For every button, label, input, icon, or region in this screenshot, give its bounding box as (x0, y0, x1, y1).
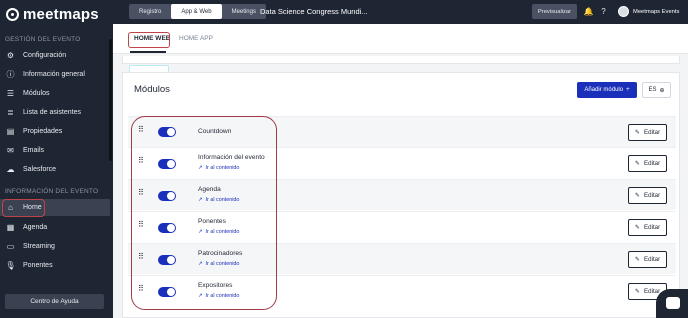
edit-icon: ✎ (634, 224, 640, 231)
meetmaps-logo-icon (6, 7, 19, 21)
cloud-icon: ☁ (6, 165, 15, 174)
edit-label: Editar (644, 192, 661, 199)
edit-label: Editar (644, 224, 661, 231)
calendar-icon: ▦ (6, 223, 15, 232)
edit-label: Editar (644, 160, 661, 167)
card-top-edge (122, 56, 680, 64)
chat-icon (666, 297, 680, 309)
avatar (618, 6, 629, 17)
user-menu[interactable]: Meetmaps Events (618, 6, 679, 17)
sidebar-item-streaming[interactable]: ▭ Streaming (0, 238, 110, 255)
sidebar-item-label: Streaming (23, 243, 55, 250)
edit-icon: ✎ (634, 192, 640, 199)
mail-icon: ✉ (7, 146, 14, 155)
home-web-highlight-annotation (128, 32, 170, 48)
sidebar: meetmaps GESTIÓN DEL EVENTO ⚙ Configurac… (0, 0, 113, 318)
edit-icon: ✎ (634, 129, 640, 136)
edit-icon: ✎ (634, 256, 640, 263)
globe-icon: ⊕ (659, 87, 665, 94)
home-highlight-annotation (2, 199, 45, 217)
cast-icon: ▭ (6, 242, 15, 251)
partial-input[interactable] (129, 65, 169, 72)
menu-icon: ☰ (6, 89, 15, 98)
tab-app-web[interactable]: App & Web (171, 4, 222, 19)
sidebar-scrollbar[interactable] (109, 39, 112, 161)
edit-icon: ✎ (634, 160, 640, 167)
sidebar-item-label: Propiedades (23, 128, 63, 135)
list-icon: ≣ (7, 108, 14, 117)
language-label: ES (648, 87, 657, 93)
brand-logo[interactable]: meetmaps (6, 5, 99, 23)
edit-label: Editar (644, 129, 661, 136)
plus-icon: + (626, 87, 630, 93)
sidebar-item-propiedades[interactable]: ▤ Propiedades (0, 123, 110, 140)
sidebar-item-lista-asistentes[interactable]: ≣ Lista de asistentes (0, 104, 110, 121)
modules-title: Módulos (134, 84, 170, 95)
microphone-icon: 🎙 (5, 261, 16, 270)
active-tab-underline (130, 51, 166, 53)
section-event-management: GESTIÓN DEL EVENTO (5, 36, 81, 43)
top-tabs: Registro App & Web Meetings (129, 4, 266, 19)
sidebar-item-label: Lista de asistentes (23, 109, 81, 116)
edit-label: Editar (644, 256, 661, 263)
sidebar-item-modulos[interactable]: ☰ Módulos (0, 85, 110, 102)
sidebar-item-agenda[interactable]: ▦ Agenda (0, 219, 110, 236)
top-bar: Registro App & Web Meetings Data Science… (113, 0, 688, 24)
gear-icon: ⚙ (6, 51, 15, 60)
sidebar-item-label: Información general (23, 71, 85, 78)
add-module-button[interactable]: Añadir módulo + (577, 82, 637, 98)
tab-home-app[interactable]: HOME APP (179, 35, 213, 42)
user-name: Meetmaps Events (633, 8, 680, 15)
section-event-info: INFORMACIÓN DEL EVENTO (5, 188, 99, 195)
sidebar-item-emails[interactable]: ✉ Emails (0, 142, 110, 159)
sidebar-item-label: Ponentes (23, 262, 53, 269)
sidebar-item-configuracion[interactable]: ⚙ Configuración (0, 47, 110, 64)
edit-button[interactable]: ✎ Editar (628, 251, 667, 268)
properties-icon: ▤ (6, 127, 15, 136)
brand-name: meetmaps (23, 5, 99, 23)
edit-button[interactable]: ✎ Editar (628, 219, 667, 236)
add-module-label: Añadir módulo (584, 87, 624, 93)
language-selector[interactable]: ES ⊕ (642, 82, 671, 98)
edit-icon: ✎ (634, 288, 640, 295)
sidebar-item-ponentes[interactable]: 🎙 Ponentes (0, 257, 110, 274)
bell-icon[interactable]: 🔔 (584, 7, 594, 16)
help-center-button[interactable]: Centro de Ayuda (5, 294, 104, 309)
sidebar-item-informacion-general[interactable]: ⓘ Información general (0, 66, 110, 83)
sidebar-item-label: Agenda (23, 224, 48, 231)
tab-registro[interactable]: Registro (129, 4, 171, 19)
edit-button[interactable]: ✎ Editar (628, 124, 667, 141)
event-title[interactable]: Data Science Congress Mundi... (260, 7, 368, 16)
sidebar-item-label: Salesforce (23, 166, 57, 173)
sidebar-item-label: Módulos (23, 90, 50, 97)
info-icon: ⓘ (6, 70, 15, 79)
sidebar-item-label: Emails (23, 147, 45, 154)
edit-button[interactable]: ✎ Editar (628, 155, 667, 172)
modules-highlight-annotation (131, 116, 277, 310)
help-icon[interactable]: ? (599, 7, 608, 16)
edit-button[interactable]: ✎ Editar (628, 187, 667, 204)
sidebar-item-salesforce[interactable]: ☁ Salesforce (0, 161, 110, 178)
home-subtabs: HOME WEB HOME APP (113, 24, 688, 54)
sidebar-item-label: Configuración (23, 52, 67, 59)
preview-button[interactable]: Previsualizar (532, 4, 577, 19)
